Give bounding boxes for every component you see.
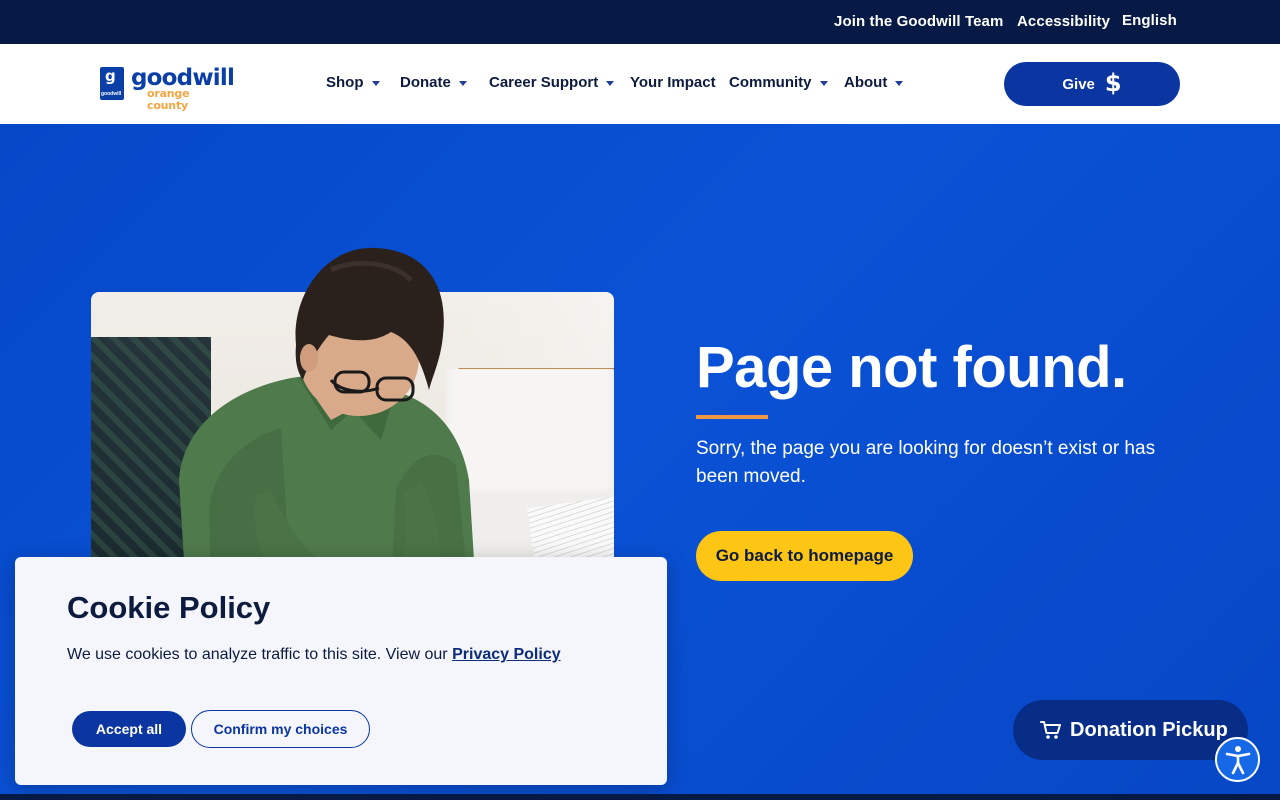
confirm-choices-button[interactable]: Confirm my choices	[191, 710, 370, 748]
nav-item-label: Donate	[400, 74, 451, 91]
accessibility-person-icon	[1225, 745, 1250, 774]
language-selector[interactable]: English	[1122, 12, 1177, 29]
join-team-link[interactable]: Join the Goodwill Team	[834, 13, 1003, 30]
caret-down-icon	[895, 81, 904, 86]
nav-item-label: About	[844, 74, 888, 91]
give-button-label: Give	[1062, 75, 1095, 93]
caret-down-icon	[371, 81, 380, 86]
logo-mark-letter: g	[105, 67, 116, 85]
caret-down-icon	[458, 81, 467, 86]
logo-subtext: orange county	[147, 87, 190, 112]
cookie-dialog: Cookie Policy We use cookies to analyze …	[15, 557, 667, 785]
photo-box	[446, 369, 614, 499]
donation-pickup-button[interactable]: Donation Pickup	[1013, 700, 1248, 760]
cookie-message: We use cookies to analyze traffic to thi…	[67, 646, 448, 663]
nav-item-donate[interactable]: Donate	[400, 74, 467, 91]
nav-item-community[interactable]: Community	[729, 74, 828, 91]
goodwill-logo-mark: g goodwill	[100, 67, 124, 100]
donation-pickup-label: Donation Pickup	[1070, 718, 1228, 741]
dollar-icon: $	[1104, 69, 1122, 97]
title-divider	[696, 415, 768, 419]
nav-item-shop[interactable]: Shop	[326, 74, 380, 91]
error-message: Sorry, the page you are looking for does…	[696, 438, 1156, 487]
nav-item-your-impact[interactable]: Your Impact	[630, 74, 716, 91]
nav-item-label: Career Support	[489, 74, 599, 91]
utility-bar: Join the Goodwill Team Accessibility Eng…	[0, 0, 1280, 44]
logo-mark-text: goodwill	[101, 91, 122, 97]
page-title: Page not found.	[696, 335, 1127, 400]
accessibility-widget-button[interactable]	[1215, 737, 1260, 782]
caret-down-icon	[606, 81, 615, 86]
nav-item-label: Shop	[326, 74, 364, 91]
caret-down-icon	[819, 81, 828, 86]
nav-item-career-support[interactable]: Career Support	[489, 74, 615, 91]
cart-icon	[1040, 721, 1061, 739]
cookie-text: We use cookies to analyze traffic to thi…	[67, 644, 561, 666]
goodwill-logo[interactable]: g goodwill goodwill orange county	[100, 65, 235, 112]
site-header: g goodwill goodwill orange county Shop D…	[0, 44, 1280, 124]
go-home-button[interactable]: Go back to homepage	[696, 531, 913, 581]
bottom-edge	[0, 794, 1280, 800]
give-button[interactable]: Give $	[1004, 62, 1180, 106]
cookie-title: Cookie Policy	[67, 590, 271, 625]
accessibility-link[interactable]: Accessibility	[1017, 13, 1110, 30]
privacy-policy-link[interactable]: Privacy Policy	[452, 646, 561, 663]
accept-all-button[interactable]: Accept all	[72, 711, 186, 747]
nav-item-label: Your Impact	[630, 74, 716, 91]
nav-item-label: Community	[729, 74, 812, 91]
nav-item-about[interactable]: About	[844, 74, 904, 91]
hero-photo	[91, 292, 614, 592]
photo-chair-pattern	[91, 337, 211, 592]
